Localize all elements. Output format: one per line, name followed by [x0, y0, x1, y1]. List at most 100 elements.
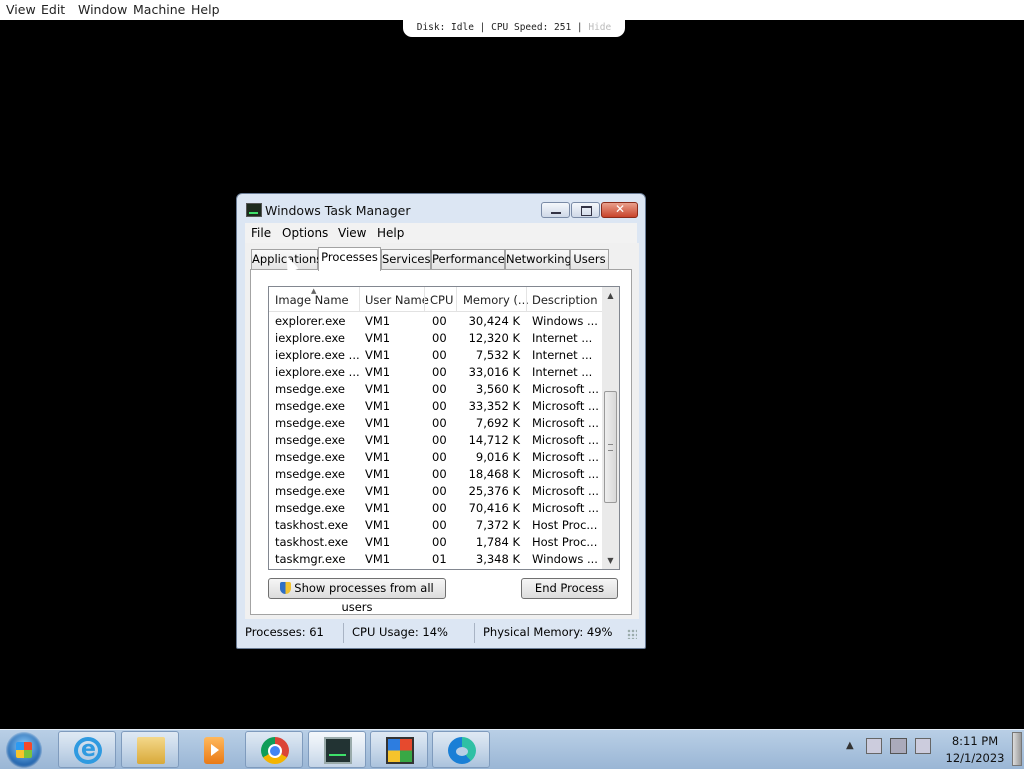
cell-image-name: msedge.exe [275, 399, 345, 413]
volume-muted-icon[interactable] [915, 738, 931, 754]
cell-memory: 7,692 K [475, 416, 520, 430]
table-row[interactable]: taskhost.exe VM1 00 7,372 K Host Proc... [269, 516, 602, 533]
cell-image-name: taskmgr.exe [275, 552, 346, 566]
column-image-name[interactable]: Image Name [275, 293, 349, 307]
table-row[interactable]: msedge.exe VM1 00 9,016 K Microsoft ... [269, 448, 602, 465]
scroll-down-icon[interactable]: ▼ [602, 552, 619, 569]
tab-performance[interactable]: Performance [431, 249, 505, 269]
column-description[interactable]: Description [532, 293, 598, 307]
table-row[interactable]: explorer.exe VM1 00 30,424 K Windows ... [269, 312, 602, 329]
table-row[interactable]: iexplore.exe VM1 00 12,320 K Internet ... [269, 329, 602, 346]
cell-user-name: VM1 [365, 467, 391, 481]
host-menu-edit[interactable]: Edit [41, 2, 65, 17]
taskbar-chrome[interactable] [245, 731, 303, 768]
taskbar: ▲ 8:11 PM 12/1/2023 [0, 729, 1024, 769]
column-separator[interactable] [526, 287, 527, 311]
network-icon[interactable] [890, 738, 907, 754]
tab-users[interactable]: Users [570, 249, 609, 269]
taskbar-edge[interactable] [432, 731, 490, 768]
table-row[interactable]: msedge.exe VM1 00 14,712 K Microsoft ... [269, 431, 602, 448]
scroll-thumb[interactable] [604, 391, 617, 503]
cell-description: Internet ... [532, 348, 593, 362]
menu-help[interactable]: Help [377, 226, 404, 240]
vertical-scrollbar[interactable]: ▲ ▼ [602, 287, 619, 569]
table-row[interactable]: msedge.exe VM1 00 18,468 K Microsoft ... [269, 465, 602, 482]
cell-user-name: VM1 [365, 348, 391, 362]
taskbar-task-manager[interactable] [308, 731, 366, 768]
cell-cpu: 00 [432, 382, 447, 396]
cell-cpu: 00 [432, 348, 447, 362]
menu-view[interactable]: View [338, 226, 366, 240]
cell-image-name: iexplore.exe ... [275, 365, 360, 379]
cell-description: Microsoft ... [532, 399, 599, 413]
cell-cpu: 00 [432, 365, 447, 379]
resize-grip-icon[interactable] [627, 629, 637, 639]
table-row[interactable]: iexplore.exe ... VM1 00 33,016 K Internet ..… [269, 363, 602, 380]
minimize-button[interactable] [541, 202, 570, 218]
table-row[interactable]: msedge.exe VM1 00 3,560 K Microsoft ... [269, 380, 602, 397]
cell-cpu: 00 [432, 450, 447, 464]
column-memory[interactable]: Memory (... [463, 293, 529, 307]
action-center-icon[interactable] [866, 738, 882, 754]
show-desktop-button[interactable] [1012, 732, 1022, 766]
status-separator [343, 623, 344, 643]
column-separator[interactable] [456, 287, 457, 311]
status-separator [474, 623, 475, 643]
close-button[interactable]: ✕ [601, 202, 638, 218]
column-user-name[interactable]: User Name [365, 293, 429, 307]
show-all-processes-button[interactable]: Show processes from all users [268, 578, 446, 614]
system-clock[interactable]: 8:11 PM 12/1/2023 [942, 733, 1008, 767]
show-all-processes-label: Show processes from all users [294, 581, 434, 614]
cell-image-name: msedge.exe [275, 382, 345, 396]
tab-services[interactable]: Services [381, 249, 431, 269]
column-separator[interactable] [359, 287, 360, 311]
host-menu-machine[interactable]: Machine [133, 2, 185, 17]
cell-user-name: VM1 [365, 552, 391, 566]
show-hidden-icons-button[interactable]: ▲ [846, 740, 854, 751]
cell-description: Windows ... [532, 552, 598, 566]
tab-networking[interactable]: Networking [505, 249, 572, 269]
host-menu-help[interactable]: Help [191, 2, 220, 17]
cell-cpu: 00 [432, 467, 447, 481]
end-process-button[interactable]: End Process [521, 578, 618, 599]
process-list[interactable]: ▲ Image Name User Name CPU Memory (... D… [268, 286, 620, 570]
start-button[interactable] [6, 732, 42, 768]
taskbar-media-player[interactable] [184, 731, 242, 768]
table-row[interactable]: msedge.exe VM1 00 33,352 K Microsoft ... [269, 397, 602, 414]
table-row[interactable]: taskhost.exe VM1 00 1,784 K Host Proc... [269, 533, 602, 550]
tab-processes[interactable]: Processes [318, 247, 381, 271]
cell-memory: 7,372 K [475, 518, 520, 532]
taskbar-windows-app[interactable] [370, 731, 428, 768]
host-menu-bar: View Edit Window Machine Help [0, 0, 1024, 20]
scroll-up-icon[interactable]: ▲ [602, 287, 619, 304]
column-separator[interactable] [424, 287, 425, 311]
table-row[interactable]: taskmgr.exe VM1 01 3,348 K Windows ... [269, 550, 602, 567]
table-row[interactable]: msedge.exe VM1 00 25,376 K Microsoft ... [269, 482, 602, 499]
cell-user-name: VM1 [365, 331, 391, 345]
table-row[interactable]: msedge.exe VM1 00 70,416 K Microsoft ... [269, 499, 602, 516]
menu-file[interactable]: File [251, 226, 271, 240]
cell-memory: 12,320 K [468, 331, 520, 345]
cell-description: Internet ... [532, 331, 593, 345]
cell-memory: 14,712 K [468, 433, 520, 447]
hide-status-button[interactable]: Hide [588, 22, 611, 33]
cell-description: Microsoft ... [532, 501, 599, 515]
taskbar-file-explorer[interactable] [121, 731, 179, 768]
taskbar-internet-explorer[interactable] [58, 731, 116, 768]
cell-image-name: iexplore.exe ... [275, 348, 360, 362]
cell-user-name: VM1 [365, 382, 391, 396]
table-row[interactable]: iexplore.exe ... VM1 00 7,532 K Internet ... [269, 346, 602, 363]
edge-icon [448, 737, 476, 764]
table-row[interactable]: msedge.exe VM1 00 7,692 K Microsoft ... [269, 414, 602, 431]
title-bar[interactable]: Windows Task Manager ✕ [237, 194, 645, 224]
cell-image-name: iexplore.exe [275, 331, 346, 345]
cpu-speed-status: CPU Speed: 251 [491, 22, 572, 33]
maximize-button[interactable] [571, 202, 600, 218]
host-menu-view[interactable]: View [6, 2, 36, 17]
column-cpu[interactable]: CPU [430, 293, 453, 307]
uac-shield-icon [280, 582, 292, 594]
host-menu-window[interactable]: Window [78, 2, 127, 17]
cell-memory: 33,016 K [468, 365, 520, 379]
menu-options[interactable]: Options [282, 226, 328, 240]
cell-memory: 9,016 K [475, 450, 520, 464]
